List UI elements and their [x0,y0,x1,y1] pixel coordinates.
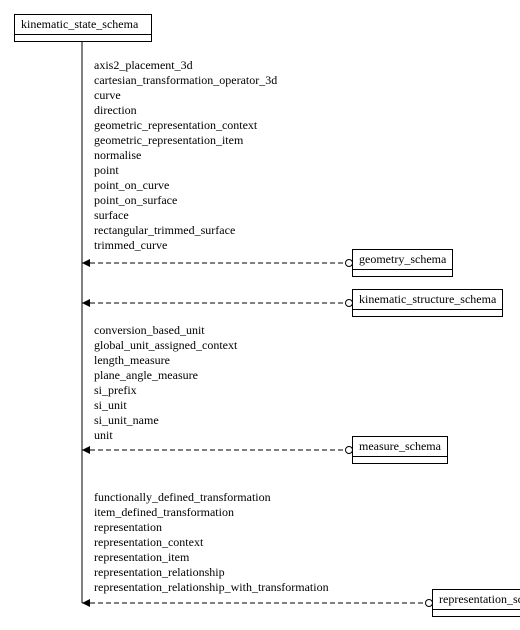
attr-item: plane_angle_measure [94,368,237,383]
attr-item: representation [94,520,329,535]
attr-item: item_defined_transformation [94,505,329,520]
attr-item: representation_context [94,535,329,550]
attr-item: rectangular_trimmed_surface [94,223,277,238]
attr-item: axis2_placement_3d [94,58,277,73]
attr-item: point_on_surface [94,193,277,208]
entity-title: geometry_schema [353,250,452,270]
attr-item: si_prefix [94,383,237,398]
entity-title: representation_schema [433,590,520,610]
attr-item: point_on_curve [94,178,277,193]
entity-title: measure_schema [353,437,447,457]
attr-item: point [94,163,277,178]
attr-item: conversion_based_unit [94,323,237,338]
entity-title: kinematic_structure_schema [353,290,502,310]
attr-item: si_unit [94,398,237,413]
attr-item: functionally_defined_transformation [94,490,329,505]
attr-item: unit [94,428,237,443]
attr-item: geometric_representation_context [94,118,277,133]
attr-item: geometric_representation_item [94,133,277,148]
attr-list-measure: conversion_based_unitglobal_unit_assigne… [94,323,237,443]
entity-measure-schema: measure_schema [352,436,448,464]
attr-list-representation: functionally_defined_transformationitem_… [94,490,329,595]
entity-title: kinematic_state_schema [15,15,151,35]
attr-item: trimmed_curve [94,238,277,253]
entity-geometry-schema: geometry_schema [352,249,453,277]
attr-item: representation_relationship_with_transfo… [94,580,329,595]
diagram-canvas: kinematic_state_schema axis2_placement_3… [0,0,520,630]
entity-kinematic-structure-schema: kinematic_structure_schema [352,289,503,317]
attr-item: cartesian_transformation_operator_3d [94,73,277,88]
attr-item: curve [94,88,277,103]
attr-item: length_measure [94,353,237,368]
attr-item: normalise [94,148,277,163]
entity-kinematic-state-schema: kinematic_state_schema [14,14,152,42]
entity-representation-schema: representation_schema [432,589,520,617]
attr-list-geometry: axis2_placement_3dcartesian_transformati… [94,58,277,253]
attr-item: surface [94,208,277,223]
attr-item: global_unit_assigned_context [94,338,237,353]
attr-item: representation_item [94,550,329,565]
attr-item: si_unit_name [94,413,237,428]
attr-item: direction [94,103,277,118]
attr-item: representation_relationship [94,565,329,580]
